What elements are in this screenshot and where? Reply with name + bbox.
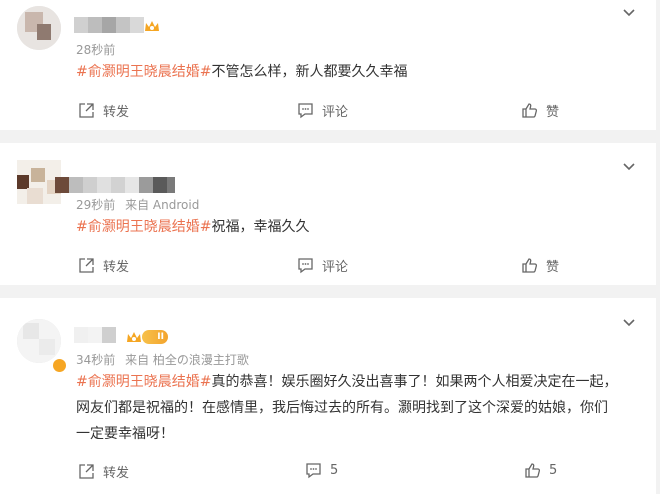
thumbs-up-icon — [525, 463, 541, 478]
comment-card: 28秒前 #俞灏明王晓晨结婚#不管怎么样，新人都要久久幸福 转发 评论 赞 — [0, 0, 656, 130]
comment-time: 29秒前 — [76, 198, 116, 212]
comment-label: 评论 — [322, 105, 349, 120]
comment-meta: 29秒前 来自 Android — [76, 196, 199, 213]
topic-tag-link[interactable]: #俞灏明王晓晨结婚# — [76, 64, 211, 80]
like-button[interactable]: 5 — [524, 462, 557, 479]
comment-button[interactable]: 评论 — [297, 256, 348, 275]
chevron-down-icon[interactable] — [622, 316, 636, 330]
like-label: 赞 — [546, 105, 560, 120]
thumbs-up-icon — [522, 258, 538, 273]
comment-body: 祝福，幸福久久 — [211, 219, 310, 235]
crown-icon — [127, 332, 141, 342]
like-label: 赞 — [546, 260, 560, 275]
username-blurred[interactable] — [74, 327, 116, 343]
comment-text: #俞灏明王晓晨结婚#祝福，幸福久久 — [76, 214, 626, 240]
comment-time: 28秒前 — [76, 43, 116, 57]
comment-time: 34秒前 — [76, 353, 116, 367]
comment-icon — [298, 103, 313, 119]
comment-body-line: 网友们都是祝福的！在感情里，我后悔过去的所有。灏明找到了这个深爱的姑娘，你们 — [76, 400, 608, 416]
topic-tag-link[interactable]: #俞灏明王晓晨结婚# — [76, 219, 211, 235]
like-button[interactable]: 赞 — [521, 256, 559, 275]
verified-badge-icon — [52, 358, 67, 373]
like-count: 5 — [549, 463, 558, 478]
comment-button[interactable]: 评论 — [297, 101, 348, 120]
repost-button[interactable]: 转发 — [78, 101, 129, 120]
username-blurred[interactable] — [55, 177, 175, 193]
comment-icon — [298, 258, 313, 274]
comment-body-line: 真的恭喜！娱乐圈好久没出喜事了！如果两个人相爱决定在一起， — [211, 374, 618, 390]
comment-meta: 34秒前 来自 柏全の浪漫主打歌 — [76, 351, 249, 368]
comment-count: 5 — [330, 463, 339, 478]
chevron-down-icon[interactable] — [622, 160, 636, 174]
member-level-badge: II — [142, 330, 168, 344]
thumbs-up-icon — [522, 103, 538, 118]
comment-body-line: 一定要幸福呀！ — [76, 426, 174, 442]
avatar[interactable] — [17, 319, 61, 363]
username-blurred[interactable] — [74, 17, 144, 33]
chevron-down-icon[interactable] — [622, 6, 636, 20]
comment-meta: 28秒前 — [76, 41, 115, 58]
repost-icon — [79, 103, 94, 118]
repost-label: 转发 — [103, 105, 130, 120]
topic-tag-link[interactable]: #俞灏明王晓晨结婚# — [76, 374, 211, 390]
repost-button[interactable]: 转发 — [78, 256, 129, 275]
repost-button[interactable]: 转发 — [78, 462, 129, 481]
comment-text: #俞灏明王晓晨结婚#不管怎么样，新人都要久久幸福 — [76, 59, 626, 85]
avatar[interactable] — [17, 6, 61, 50]
repost-icon — [79, 258, 94, 273]
comment-icon — [306, 463, 321, 479]
comment-label: 评论 — [322, 260, 349, 275]
comment-button[interactable]: 5 — [305, 462, 338, 479]
repost-label: 转发 — [103, 260, 130, 275]
comment-card: II 34秒前 来自 柏全の浪漫主打歌 #俞灏明王晓晨结婚#真的恭喜！娱乐圈好久… — [0, 298, 656, 494]
repost-icon — [79, 464, 94, 479]
comment-source: 来自 Android — [125, 198, 200, 212]
repost-label: 转发 — [103, 466, 130, 481]
comment-card: 29秒前 来自 Android #俞灏明王晓晨结婚#祝福，幸福久久 转发 评论 … — [0, 143, 656, 285]
like-button[interactable]: 赞 — [521, 101, 559, 120]
comment-body: 不管怎么样，新人都要久久幸福 — [211, 64, 408, 80]
comment-source: 来自 柏全の浪漫主打歌 — [125, 353, 249, 367]
crown-icon — [145, 21, 159, 31]
comment-text: #俞灏明王晓晨结婚#真的恭喜！娱乐圈好久没出喜事了！如果两个人相爱决定在一起， … — [76, 369, 626, 447]
